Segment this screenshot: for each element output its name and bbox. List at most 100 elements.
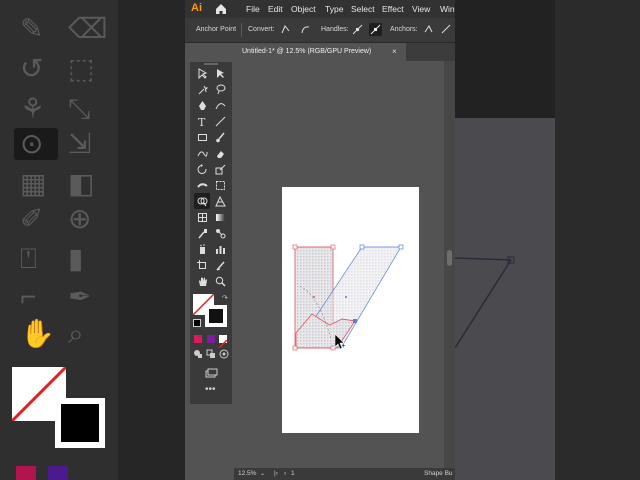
menu-object[interactable]: Object [291, 4, 316, 14]
symbol-sprayer-tool-icon[interactable] [194, 241, 210, 257]
hand-tool-icon[interactable] [194, 273, 210, 289]
free-transform-tool-icon[interactable] [212, 177, 228, 193]
line-segment-tool-icon[interactable] [212, 113, 228, 129]
menu-select[interactable]: Select [351, 4, 375, 14]
paintbrush-tool-icon[interactable] [212, 129, 228, 145]
menu-file[interactable]: File [246, 4, 260, 14]
menu-type[interactable]: Type [325, 4, 343, 14]
blur-icon: ⌐ [20, 281, 37, 312]
blur-icon: ✐ [20, 203, 44, 234]
blur-icon: ⬚ [68, 53, 95, 84]
gradient-mode-icon[interactable] [207, 335, 215, 343]
illustrator-window: Ai File Edit Object Type Select Effect V… [185, 0, 455, 480]
perspective-grid-tool-icon[interactable] [212, 193, 228, 209]
zoom-level[interactable]: 12.5% [238, 470, 256, 477]
pen-tool-icon[interactable] [194, 97, 210, 113]
scale-tool-icon[interactable] [212, 161, 228, 177]
more-tools-icon[interactable]: ••• [205, 384, 216, 395]
status-bar: 12.5% ⌄ |‹ ‹ 1 Shape Bu [234, 468, 455, 480]
column-graph-tool-icon[interactable] [212, 241, 228, 257]
control-bar: Anchor Point Convert: Handles: Anchors: [185, 18, 455, 43]
artwork-layer[interactable]: + [234, 61, 444, 468]
close-tab-button[interactable]: × [392, 47, 397, 56]
menu-view[interactable]: View [412, 4, 430, 14]
shaper-tool-icon[interactable] [194, 145, 210, 161]
default-colors-icon[interactable] [193, 319, 201, 327]
center-point [345, 296, 347, 298]
show-handles-icon[interactable] [351, 23, 364, 36]
direct-selection-tool-icon[interactable] [212, 65, 228, 81]
color-mode-icon[interactable] [194, 335, 202, 343]
anchor-point[interactable] [292, 244, 298, 250]
gradient-tool-icon[interactable] [212, 209, 228, 225]
menu-effect[interactable]: Effect [382, 4, 404, 14]
blur-icon: ⌕ [68, 318, 84, 349]
tools-panel: T ↷ ••• [190, 62, 232, 404]
zoom-dropdown-icon[interactable]: ⌄ [260, 470, 265, 477]
blur-stroke-swatch [55, 398, 105, 448]
mesh-tool-icon[interactable] [194, 209, 210, 225]
divider [241, 23, 242, 37]
home-icon[interactable] [214, 2, 228, 16]
document-tab-bar: Untitled-1* @ 12.5% (RGB/GPU Preview) × [234, 43, 455, 61]
width-tool-icon[interactable] [194, 177, 210, 193]
anchor-point[interactable] [398, 244, 404, 250]
artboard-tool-icon[interactable] [194, 257, 210, 273]
none-mode-icon[interactable] [218, 335, 228, 349]
shape-builder-tool-icon[interactable] [194, 193, 210, 209]
convert-smooth-icon[interactable] [299, 23, 312, 36]
anchor-point[interactable] [330, 244, 336, 250]
connect-anchor-icon[interactable] [440, 23, 453, 36]
blur-icon: ✒ [68, 281, 92, 312]
menu-window[interactable]: Wind [440, 4, 455, 14]
eraser-tool-icon[interactable] [212, 145, 228, 161]
blur-icon: ⊕ [68, 203, 92, 234]
menu-edit[interactable]: Edit [268, 4, 283, 14]
anchor-point[interactable] [353, 319, 357, 323]
blur-icon: ✎ [20, 13, 44, 44]
blur-shape-outline [455, 256, 515, 349]
document-tab-title: Untitled-1* @ 12.5% (RGB/GPU Preview) [242, 48, 372, 55]
blend-tool-icon[interactable] [212, 225, 228, 241]
blur-icon: ⌫ [68, 13, 108, 44]
rectangle-tool-icon[interactable] [194, 129, 210, 145]
scrollbar-thumb[interactable] [447, 250, 452, 266]
vertical-scrollbar[interactable] [444, 61, 455, 468]
anchor-point[interactable] [359, 244, 365, 250]
blur-icon: ⊙ [20, 128, 44, 159]
lasso-tool-icon[interactable] [212, 81, 228, 97]
center-point [313, 296, 315, 298]
rotate-tool-icon[interactable] [194, 161, 210, 177]
selection-tool-icon[interactable] [194, 65, 210, 81]
convert-corner-icon[interactable] [279, 23, 292, 36]
blur-icon: ⇲ [68, 128, 92, 159]
draw-behind-icon[interactable] [205, 348, 217, 360]
draw-normal-icon[interactable] [192, 348, 204, 360]
draw-inside-icon[interactable] [218, 348, 230, 360]
remove-anchor-icon[interactable] [422, 23, 435, 36]
background-right-panel [455, 0, 640, 480]
tool-hint: Shape Bu [424, 470, 453, 477]
hide-handles-icon[interactable] [369, 23, 382, 36]
screen-mode-icon[interactable] [203, 365, 219, 381]
artboard-number[interactable]: 1 [291, 470, 295, 477]
prev-artboard-icon[interactable]: ‹ [284, 470, 286, 477]
blur-icon: ✋ [20, 318, 55, 349]
blur-icon: ◧ [68, 168, 95, 199]
slice-tool-icon[interactable] [212, 257, 228, 273]
type-tool-icon[interactable]: T [194, 113, 210, 129]
first-artboard-icon[interactable]: |‹ [274, 470, 278, 477]
swap-fill-stroke-icon[interactable]: ↷ [222, 294, 228, 302]
blur-swatch [16, 466, 36, 480]
curvature-tool-icon[interactable] [212, 97, 228, 113]
anchor-point[interactable] [330, 345, 336, 351]
stroke-swatch[interactable] [205, 305, 227, 327]
document-tab[interactable]: Untitled-1* @ 12.5% (RGB/GPU Preview) × [234, 43, 406, 61]
eyedropper-tool-icon[interactable] [194, 225, 210, 241]
magic-wand-tool-icon[interactable] [194, 81, 210, 97]
canvas-area[interactable]: + [234, 61, 444, 468]
background-left-panel: ✎ ⌫ ↺ ⬚ ⚘ ⤡ ⊙ ⇲ ▦ ◧ ✐ ⊕ ⍞ ▮ ⌐ ✒ ✋ ⌕ [0, 0, 185, 480]
anchor-point[interactable] [292, 345, 298, 351]
blur-icon: ⍞ [20, 243, 37, 274]
zoom-tool-icon[interactable] [212, 273, 228, 289]
